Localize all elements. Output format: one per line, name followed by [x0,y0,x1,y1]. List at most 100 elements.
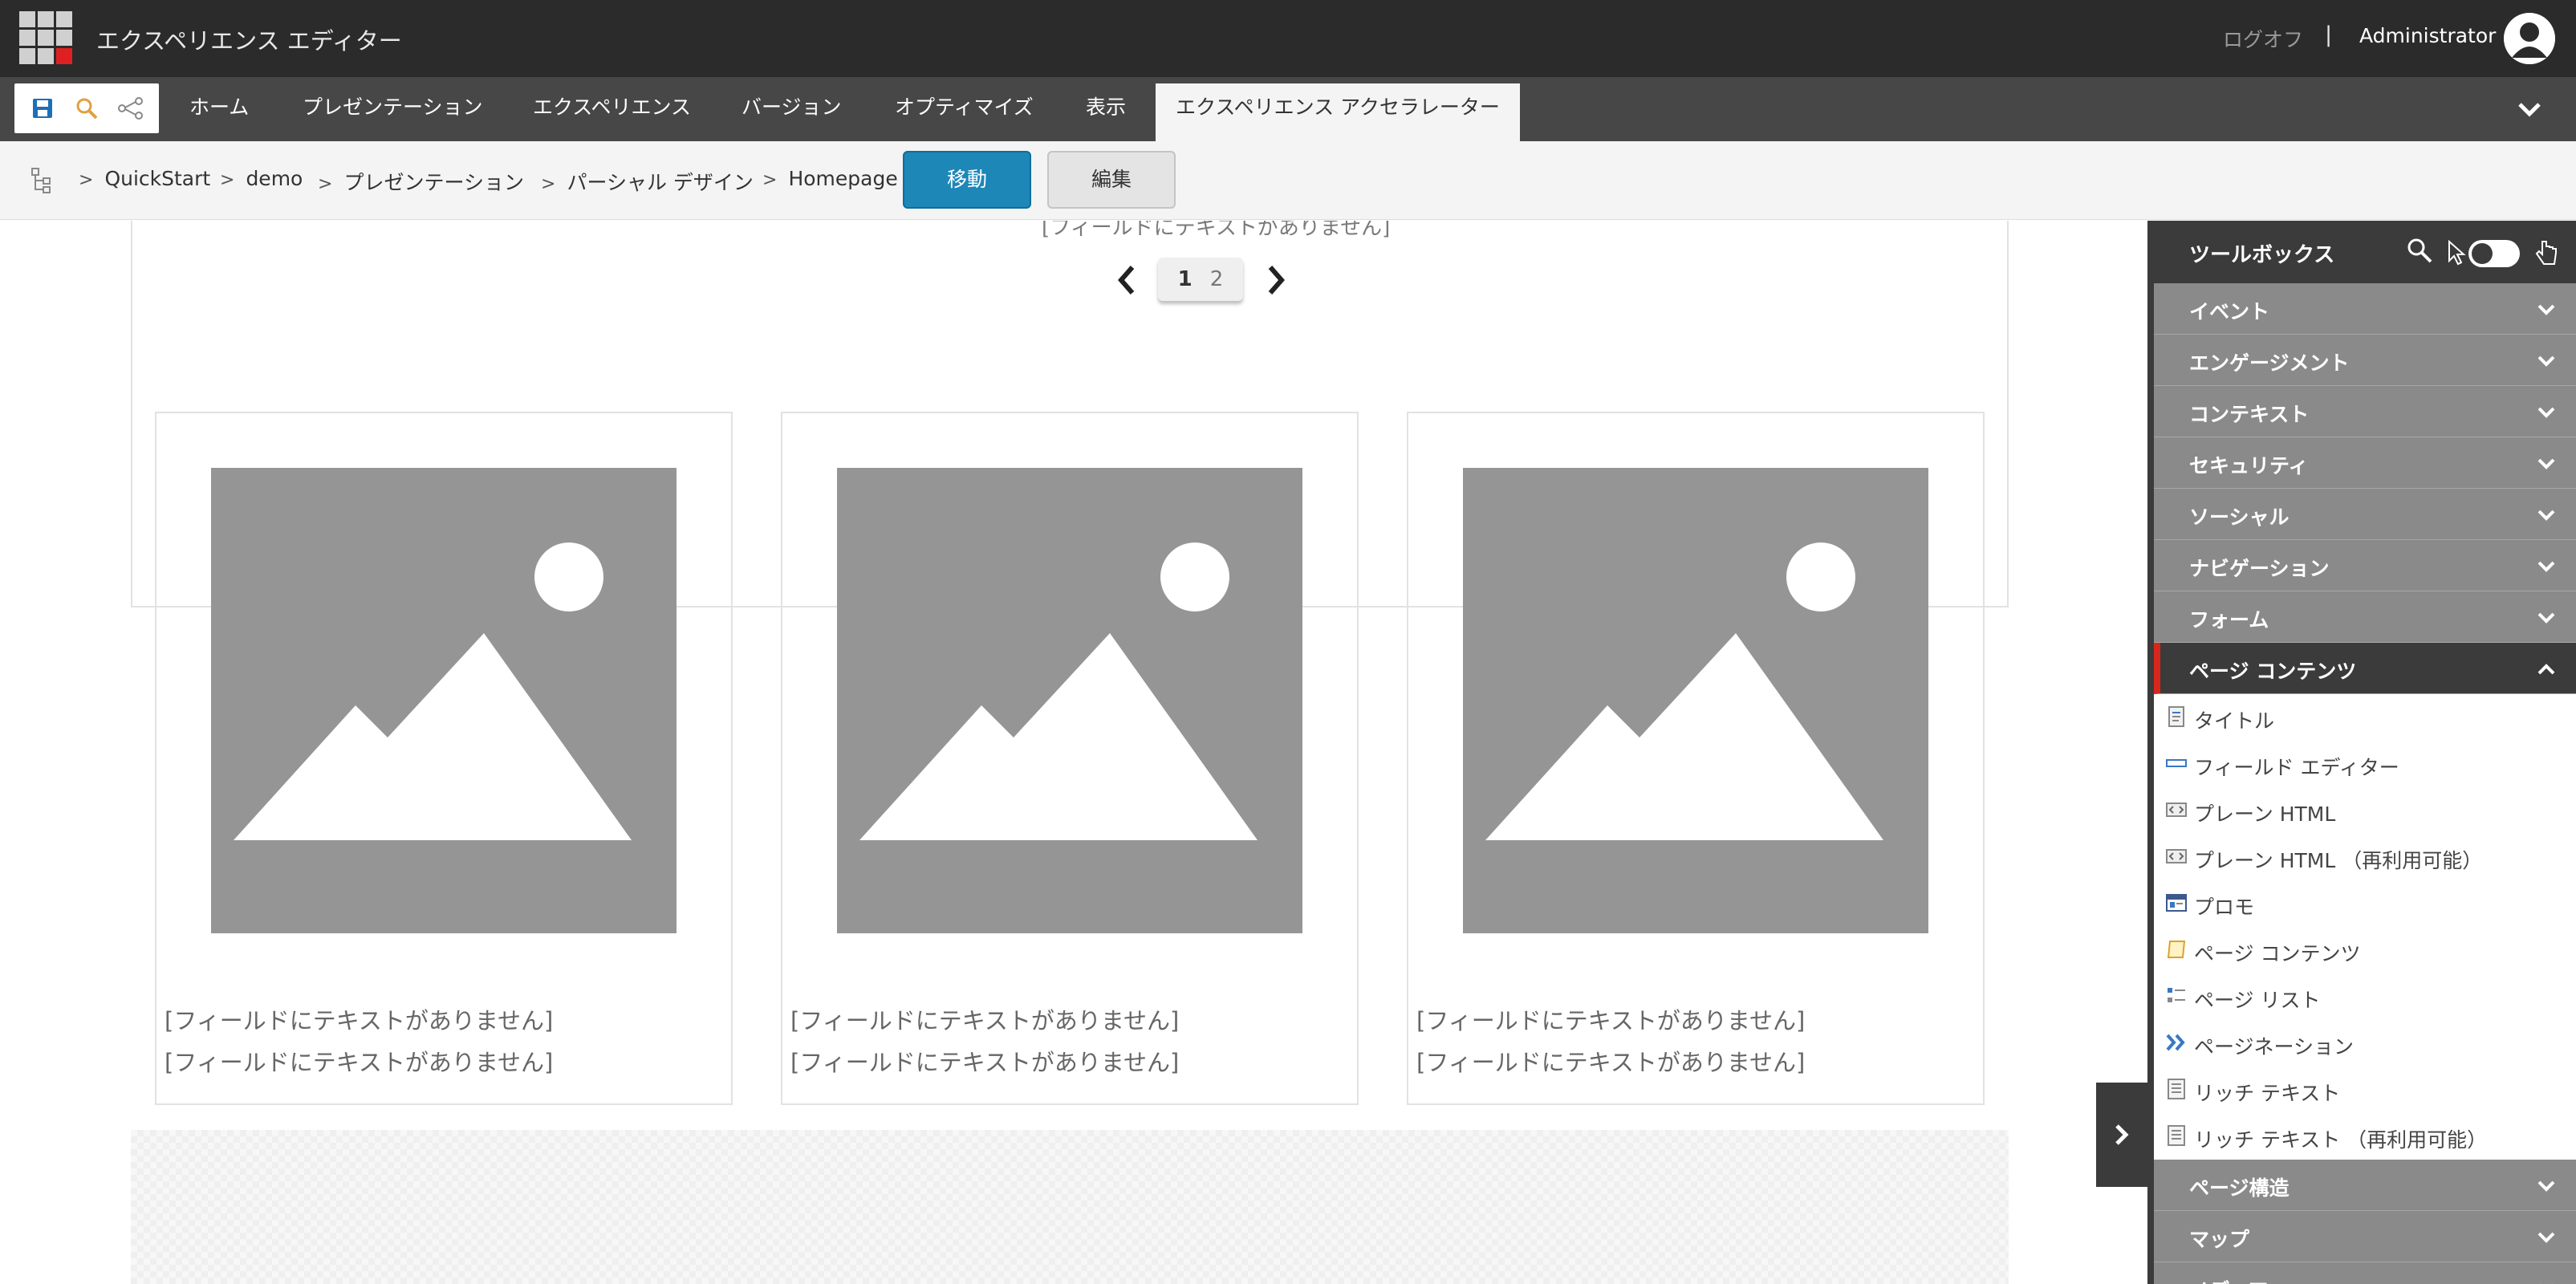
panel-toggle-button[interactable] [2096,1083,2147,1187]
tab-home[interactable]: ホーム [162,83,276,141]
app-title: エクスペリエンス エディター [96,27,402,55]
chevron-down-icon [2537,356,2555,367]
avatar[interactable] [2504,13,2555,64]
toolbox-section-open[interactable]: ページ コンテンツ [2154,643,2576,694]
chevron-right-icon[interactable] [1262,262,1290,298]
tab-experience[interactable]: エクスペリエンス [506,83,718,141]
card-text[interactable]: [フィールドにテキストがありません] [790,1044,1179,1078]
chevron-down-icon [2537,561,2555,572]
tab-presentation[interactable]: プレゼンテーション [275,83,510,141]
move-button[interactable]: 移動 [903,151,1031,209]
breadcrumb-item[interactable]: > プレゼンテーション [318,167,524,196]
chevron-down-icon [2537,1180,2555,1192]
toolbox-section[interactable]: マップ [2154,1211,2576,1262]
tab-experience-accelerator[interactable]: エクスペリエンス アクセラレーター [1156,83,1520,141]
ribbon-tabs: ホーム プレゼンテーション エクスペリエンス バージョン オプティマイズ 表示 … [0,77,2576,141]
image-placeholder-icon[interactable] [837,468,1302,933]
card-text[interactable]: [フィールドにテキストがありません] [1416,1002,1805,1036]
toolbox-section[interactable]: イベント [2154,283,2576,335]
chevron-down-icon [2537,458,2555,469]
empty-placeholder-zone[interactable] [131,1130,2009,1284]
pagination-icon [2166,1034,2185,1051]
toolbox-section[interactable]: セキュリティ [2154,437,2576,489]
toolbox-item-rich-text[interactable]: リッチ テキスト [2154,1067,2576,1113]
breadcrumb: > QuickStart > demo > プレゼンテーション > パーシャル デザイン… [0,141,2576,220]
breadcrumb-item[interactable]: > QuickStart [79,167,210,190]
toolbox-item-pagination[interactable]: ページネーション [2154,1020,2576,1067]
toolbox-item-plain-html[interactable]: プレーン HTML [2154,787,2576,834]
page-number-current[interactable]: 1 [1178,267,1193,291]
tree-icon[interactable] [30,167,55,194]
breadcrumb-item[interactable]: > パーシャル デザイン [541,167,754,196]
chevron-down-icon[interactable] [2515,95,2544,124]
promo-card: [フィールドにテキストがありません] [フィールドにテキストがありません] [155,412,733,1105]
toolbox-section[interactable]: フォーム [2154,591,2576,643]
page-number[interactable]: 2 [1210,267,1224,291]
rich-text-icon [2168,1125,2185,1146]
card-text[interactable]: [フィールドにテキストがありません] [165,1002,553,1036]
toolbox-panel: ツールボックス イベント エンゲージメント コンテキスト セキュリティ ソーシャ… [2147,221,2576,1284]
toolbox-section[interactable]: ナビゲーション [2154,540,2576,591]
image-placeholder-icon[interactable] [1463,468,1928,933]
user-name[interactable]: Administrator [2359,24,2496,47]
page-content-icon [2167,941,2186,958]
toolbox-section[interactable]: ページ構造 [2154,1160,2576,1211]
promo-card: [フィールドにテキストがありません] [フィールドにテキストがありません] [1407,412,1985,1105]
toolbox-section[interactable]: コンテキスト [2154,386,2576,437]
promo-card: [フィールドにテキストがありません] [フィールドにテキストがありません] [781,412,1359,1105]
chevron-down-icon [2537,407,2555,418]
chevron-down-icon [2540,1283,2553,1284]
rich-text-icon [2168,1079,2185,1099]
chevron-left-icon[interactable] [1113,262,1140,298]
card-text[interactable]: [フィールドにテキストがありません] [165,1044,553,1078]
html-icon [2166,849,2187,863]
edit-button[interactable]: 編集 [1047,151,1176,209]
toolbox-item-plain-html-reusable[interactable]: プレーン HTML （再利用可能） [2154,834,2576,880]
toolbox-section[interactable]: ソーシャル [2154,489,2576,540]
tab-optimize[interactable]: オプティマイズ [867,83,1061,141]
hand-icon[interactable] [2534,238,2558,267]
document-icon [2168,706,2184,727]
search-icon[interactable] [71,92,103,124]
breadcrumb-item[interactable]: > Homepage [762,167,898,190]
logoff-link[interactable]: ログオフ [2223,24,2303,53]
search-icon[interactable] [2406,237,2433,264]
chevron-up-icon [2537,664,2555,675]
promo-icon [2166,894,2187,912]
toolbox-item-rich-text-reusable[interactable]: リッチ テキスト （再利用可能） [2154,1113,2576,1160]
separator: | [2325,22,2333,47]
chevron-down-icon [2537,1232,2555,1243]
card-text[interactable]: [フィールドにテキストがありません] [790,1002,1179,1036]
card-text[interactable]: [フィールドにテキストがありません] [1416,1044,1805,1078]
empty-field-text[interactable]: [フィールドにテキストがありません] [1042,221,1390,241]
toolbox-item-promo[interactable]: プロモ [2154,880,2576,927]
toolbox-item-title[interactable]: タイトル [2154,694,2576,741]
toolbox-item-page-content[interactable]: ページ コンテンツ [2154,927,2576,973]
page-list-icon [2168,988,2185,1002]
app-launcher-icon[interactable] [19,11,72,64]
toolbox-item-field-editor[interactable]: フィールド エディター [2154,741,2576,787]
page-canvas: [フィールドにテキストがありません] 1 2 [フィールドにテキストがありません… [0,221,2147,1284]
toolbox-title: ツールボックス [2189,243,2335,267]
chevron-down-icon [2537,510,2555,521]
quick-access-toolbar [14,83,159,133]
save-icon[interactable] [26,92,59,124]
top-bar: エクスペリエンス エディター ログオフ | Administrator [0,0,2576,77]
html-icon [2166,802,2187,817]
chevron-right-icon [2115,1124,2129,1145]
chevron-down-icon [2537,612,2555,624]
toolbox-item-page-list[interactable]: ページ リスト [2154,973,2576,1020]
toolbox-header: ツールボックス [2154,221,2576,283]
share-icon[interactable] [115,92,147,124]
image-placeholder-icon[interactable] [211,468,677,933]
tab-view[interactable]: 表示 [1058,83,1153,141]
toolbox-section[interactable]: メディア [2154,1262,2576,1284]
cursor-icon[interactable] [2446,240,2467,266]
user-icon [2504,13,2555,64]
pager: 1 2 [1158,258,1243,301]
mode-toggle[interactable] [2468,240,2520,267]
toolbox-section[interactable]: エンゲージメント [2154,335,2576,386]
breadcrumb-item[interactable]: > demo [220,167,303,190]
chevron-down-icon [2537,304,2555,315]
tab-version[interactable]: バージョン [714,83,869,141]
